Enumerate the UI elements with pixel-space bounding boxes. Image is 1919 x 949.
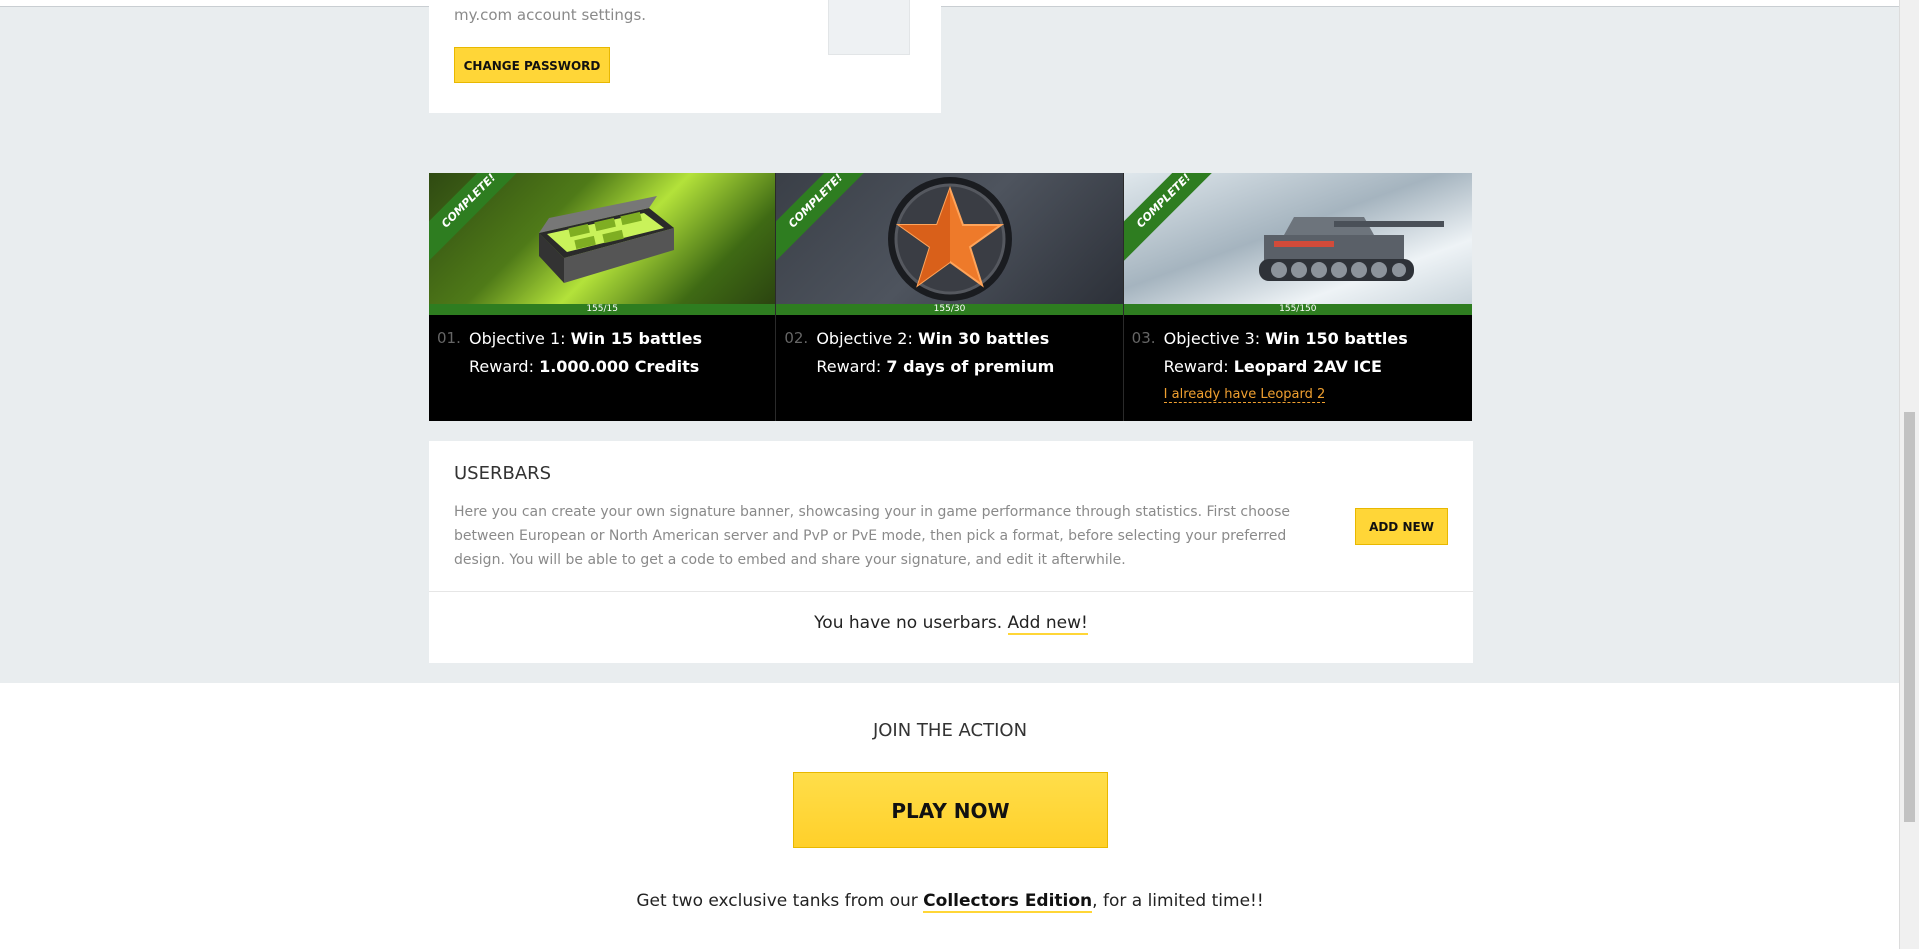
progress-bar: 155/30 <box>776 304 1123 315</box>
footer-cta: JOIN THE ACTION PLAY NOW Get two exclusi… <box>0 683 1900 949</box>
objective-number: 03. <box>1131 329 1156 347</box>
objective-line: Objective 2: Win 30 battles <box>816 329 1050 348</box>
objective-number: 02. <box>784 329 809 347</box>
objective-line: Objective 3: Win 150 battles <box>1163 329 1408 348</box>
reward-line: Reward: Leopard 2AV ICE <box>1163 357 1382 376</box>
join-action-title: JOIN THE ACTION <box>872 720 1028 741</box>
already-have-leopard-link[interactable]: I already have Leopard 2 <box>1163 387 1326 403</box>
objective-card-1: COMPLETE! 155/15 01. Objective 1: Win 15… <box>429 173 777 421</box>
play-now-button[interactable]: PLAY NOW <box>793 772 1108 848</box>
divider <box>429 591 1473 592</box>
userbars-title: USERBARS <box>454 463 552 484</box>
page-scrollbar[interactable] <box>1899 0 1919 949</box>
objective-card-2: COMPLETE! 155/30 02. Objective 2: Win 30… <box>776 173 1124 421</box>
change-password-button[interactable]: CHANGE PASSWORD <box>454 47 610 83</box>
scrollbar-thumb[interactable] <box>1904 412 1915 822</box>
add-new-link[interactable]: Add new! <box>1007 613 1088 635</box>
promo-text: Get two exclusive tanks from our Collect… <box>636 891 1264 913</box>
add-new-button[interactable]: ADD NEW <box>1355 508 1448 545</box>
userbars-description: Here you can create your own signature b… <box>454 504 1291 568</box>
avatar-placeholder <box>828 0 910 55</box>
objective-number: 01. <box>437 329 461 347</box>
account-settings-text: my.com account settings. <box>454 6 647 24</box>
progress-bar: 155/15 <box>429 304 776 315</box>
collectors-edition-link[interactable]: Collectors Edition <box>923 891 1093 913</box>
top-edge <box>0 0 1900 7</box>
progress-bar: 155/150 <box>1123 304 1472 315</box>
no-userbars-message: You have no userbars. Add new! <box>814 613 1088 635</box>
objective-line: Objective 1: Win 15 battles <box>469 329 702 348</box>
objective-card-3: COMPLETE! 155/150 03. Objective 3: Win 1… <box>1123 173 1472 421</box>
reward-line: Reward: 7 days of premium <box>816 357 1055 376</box>
reward-line: Reward: 1.000.000 Credits <box>469 357 700 376</box>
account-settings-card: my.com account settings. CHANGE PASSWORD <box>429 0 941 113</box>
objectives-strip: COMPLETE! 155/15 01. Objective 1: Win 15… <box>429 173 1472 421</box>
userbars-section: USERBARS Here you can create your own si… <box>429 441 1473 663</box>
